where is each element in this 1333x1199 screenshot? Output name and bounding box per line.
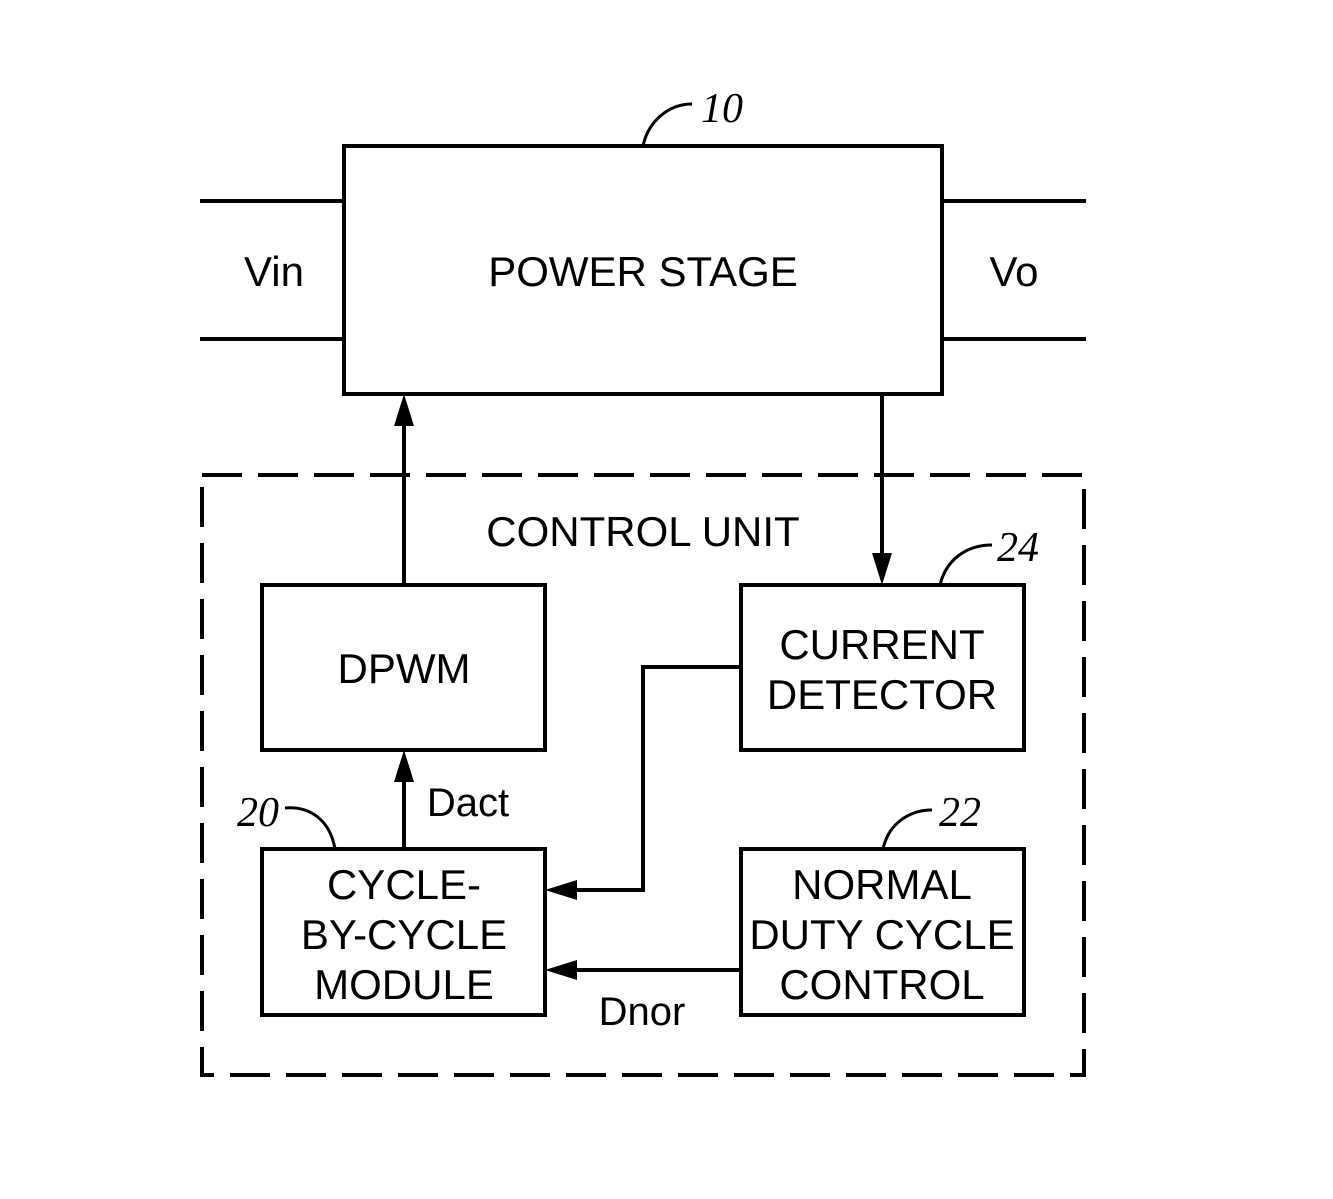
cbc-ref: 20 — [237, 790, 279, 836]
cbc-ref-leader — [284, 806, 337, 850]
current-detector-ref-leader — [938, 543, 993, 586]
control-unit-label: CONTROL UNIT — [486, 508, 799, 555]
power-stage-ref-leader — [641, 102, 693, 147]
ndc-label-line2: DUTY CYCLE — [749, 911, 1014, 958]
ndc-ref: 22 — [939, 790, 981, 836]
dact-signal-label: Dact — [427, 781, 509, 825]
arrowhead-up-icon — [394, 394, 414, 426]
arrowhead-down-icon — [872, 553, 892, 585]
current-detector-label-line2: DETECTOR — [767, 671, 997, 718]
cbc-label-line2: BY-CYCLE — [301, 911, 507, 958]
dnor-signal-label: Dnor — [599, 990, 686, 1034]
block-diagram: POWER STAGE Vin Vo 10 CONTROL UNIT DPWM … — [200, 86, 1086, 1077]
ndc-label-line1: NORMAL — [792, 861, 972, 908]
cbc-label-line1: CYCLE- — [327, 861, 481, 908]
dpwm-label: DPWM — [338, 645, 471, 692]
cbc-label-line3: MODULE — [314, 961, 494, 1008]
ndc-ref-leader — [881, 808, 933, 850]
arrowhead-up-icon — [394, 750, 414, 782]
vo-label: Vo — [989, 248, 1038, 295]
arrowhead-left-icon — [545, 960, 577, 980]
current-detector-ref: 24 — [997, 525, 1039, 571]
detector-to-cbc-line — [575, 665, 741, 892]
power-stage-label: POWER STAGE — [488, 248, 798, 295]
power-stage-ref: 10 — [701, 86, 743, 132]
ndc-label-line3: CONTROL — [779, 961, 984, 1008]
vin-label: Vin — [244, 248, 304, 295]
arrowhead-left-icon — [545, 880, 577, 900]
current-detector-label-line1: CURRENT — [779, 621, 984, 668]
